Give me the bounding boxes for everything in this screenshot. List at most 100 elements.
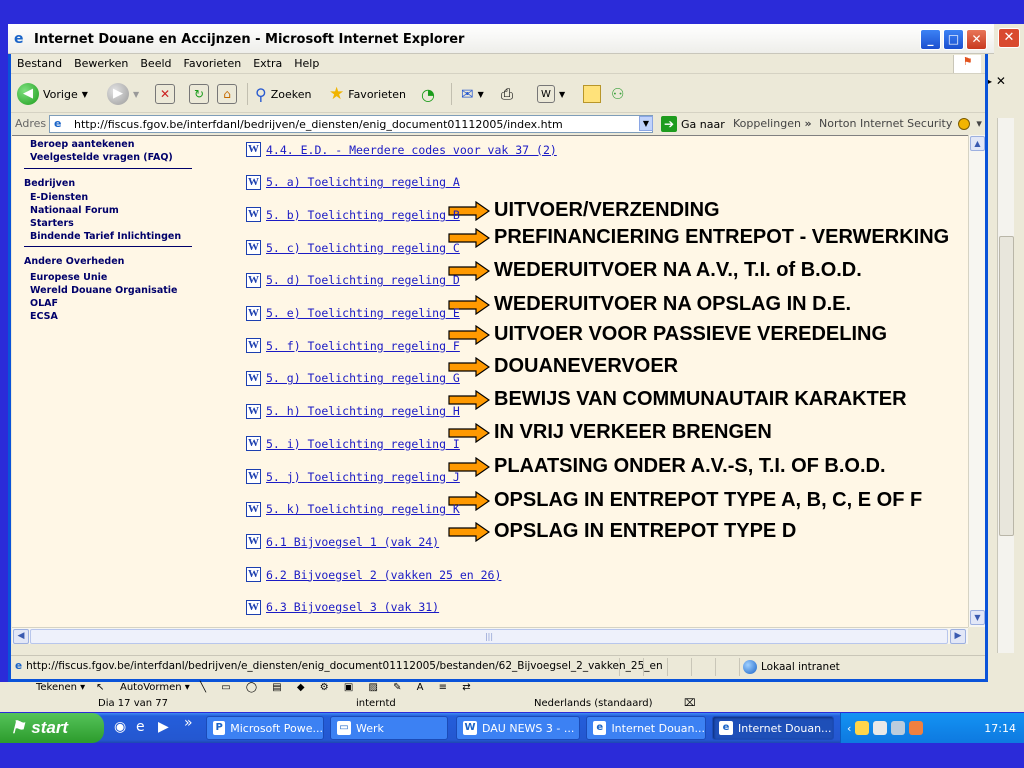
menu-bestand[interactable]: Bestand xyxy=(11,54,68,73)
taskbar-button[interactable]: ▭ Werk xyxy=(330,716,448,740)
document-link[interactable]: 5. j) Toelichting regeling J xyxy=(266,470,460,484)
nav-link-olaf[interactable]: OLAF xyxy=(30,298,58,309)
document-link[interactable]: 5. d) Toelichting regeling D xyxy=(266,273,460,287)
word-document-icon[interactable]: W xyxy=(246,534,261,550)
scroll-down-icon[interactable]: ▼ xyxy=(970,610,985,625)
document-link[interactable]: 5. c) Toelichting regeling C xyxy=(266,241,460,255)
stop-icon[interactable]: ✕ xyxy=(155,84,175,104)
scroll-left-icon[interactable]: ◀ xyxy=(13,629,29,644)
nav-link-faq[interactable]: Veelgestelde vragen (FAQ) xyxy=(30,152,173,163)
word-document-icon[interactable]: W xyxy=(246,469,261,484)
autoshapes-menu[interactable]: AutoVormen ▾ xyxy=(120,682,190,693)
document-link[interactable]: 5. a) Toelichting regeling A xyxy=(266,175,460,189)
document-link[interactable]: 5. e) Toelichting regeling E xyxy=(266,306,460,320)
nav-link-e-diensten[interactable]: E-Diensten xyxy=(30,192,88,203)
back-dropdown-icon[interactable]: ▼ xyxy=(82,90,88,99)
nav-link-starters[interactable]: Starters xyxy=(30,218,74,229)
tray-network-icon[interactable] xyxy=(891,721,906,735)
document-link[interactable]: 5. b) Toelichting regeling B xyxy=(266,208,460,222)
nav-link-europese-unie[interactable]: Europese Unie xyxy=(30,272,107,283)
word-document-icon[interactable]: W xyxy=(246,305,261,321)
background-close-button[interactable]: ✕ xyxy=(998,28,1020,48)
drawing-tools-icon[interactable]: ╲ ▭ ◯ ▤ ◆ ⚙ ▣ ▨ ✎ A ≡ ⇄ xyxy=(200,682,477,693)
word-document-icon[interactable]: W xyxy=(246,403,261,419)
draw-menu[interactable]: Tekenen ▾ xyxy=(36,682,85,693)
address-input[interactable]: e http://fiscus.fgov.be/interfdanl/bedri… xyxy=(49,115,653,133)
nav-link-bti[interactable]: Bindende Tarief Inlichtingen xyxy=(30,231,181,242)
quicklaunch-ie-icon[interactable]: e xyxy=(136,719,145,735)
mail-dropdown-icon[interactable]: ▼ xyxy=(478,90,484,99)
address-dropdown-icon[interactable]: ▼ xyxy=(639,116,653,131)
minimize-button[interactable]: _ xyxy=(920,29,941,50)
word-document-icon[interactable]: W xyxy=(246,436,261,452)
word-document-icon[interactable]: W xyxy=(246,174,261,190)
menu-extra[interactable]: Extra xyxy=(247,54,288,73)
taskbar-button[interactable]: e Internet Douan... xyxy=(712,716,834,740)
word-document-icon[interactable]: W xyxy=(246,272,261,288)
tray-display-icon[interactable] xyxy=(873,721,888,735)
menu-beeld[interactable]: Beeld xyxy=(134,54,177,73)
menu-favorieten[interactable]: Favorieten xyxy=(178,54,248,73)
tray-expand-icon[interactable]: ‹ xyxy=(847,722,851,735)
word-document-icon[interactable]: W xyxy=(246,567,261,583)
background-menu-close[interactable]: ▸ ✕ xyxy=(986,74,1006,88)
favorites-button[interactable]: ★ Favorieten xyxy=(329,81,406,107)
document-link[interactable]: 6.1 Bijvoegsel 1 (vak 24) xyxy=(266,535,439,549)
edit-word-icon[interactable]: W xyxy=(537,85,555,103)
back-button[interactable]: ◀ Vorige ▼ xyxy=(17,81,88,107)
taskbar-button[interactable]: P Microsoft Powe... xyxy=(206,716,324,740)
word-document-icon[interactable]: W xyxy=(246,240,261,256)
maximize-button[interactable]: □ xyxy=(943,29,964,50)
tray-norton-icon[interactable] xyxy=(855,721,870,735)
horizontal-scroll-thumb[interactable]: ||| xyxy=(30,629,948,644)
edit-dropdown-icon[interactable]: ▼ xyxy=(559,90,565,99)
horizontal-scrollbar[interactable]: ◀ ||| ▶ xyxy=(12,627,968,644)
home-icon[interactable]: ⌂ xyxy=(217,84,237,104)
word-document-icon[interactable]: W xyxy=(246,207,261,223)
links-button[interactable]: Koppelingen » xyxy=(733,117,812,130)
document-link[interactable]: 5. g) Toelichting regeling G xyxy=(266,371,460,385)
nav-link-nationaal-forum[interactable]: Nationaal Forum xyxy=(30,205,119,216)
scroll-right-icon[interactable]: ▶ xyxy=(950,629,966,644)
quicklaunch-outlook-icon[interactable]: ◉ xyxy=(114,719,126,735)
word-document-icon[interactable]: W xyxy=(246,142,261,157)
search-button[interactable]: ⚲ Zoeken xyxy=(255,81,311,107)
taskbar-button[interactable]: W DAU NEWS 3 - ... xyxy=(456,716,580,740)
word-document-icon[interactable]: W xyxy=(246,338,261,354)
word-document-icon[interactable]: W xyxy=(246,599,261,615)
quicklaunch-more-icon[interactable]: » xyxy=(184,715,193,731)
nav-link-ecsa[interactable]: ECSA xyxy=(30,311,58,322)
go-button[interactable]: ➔ Ga naar xyxy=(661,116,725,132)
nav-link-wdo[interactable]: Wereld Douane Organisatie xyxy=(30,285,177,296)
history-icon[interactable]: ◔ xyxy=(421,85,435,104)
close-button[interactable]: ✕ xyxy=(966,29,987,50)
discuss-icon[interactable] xyxy=(583,85,601,103)
word-document-icon[interactable]: W xyxy=(246,370,261,386)
refresh-icon[interactable]: ↻ xyxy=(189,84,209,104)
background-scroll-thumb[interactable] xyxy=(999,236,1014,536)
document-link[interactable]: 5. k) Toelichting regeling K xyxy=(266,502,460,516)
forward-button[interactable]: ▶ ▼ xyxy=(107,81,139,107)
vertical-scrollbar[interactable]: ▲ ▼ xyxy=(968,135,985,627)
forward-dropdown-icon[interactable]: ▼ xyxy=(133,90,139,99)
menu-bewerken[interactable]: Bewerken xyxy=(68,54,134,73)
select-arrow-icon[interactable]: ↖ xyxy=(96,682,104,693)
print-icon[interactable]: ⎙ xyxy=(501,85,513,103)
document-link[interactable]: 4.4. E.D. - Meerdere codes voor vak 37 (… xyxy=(266,143,557,157)
scroll-up-icon[interactable]: ▲ xyxy=(970,136,985,151)
document-link[interactable]: 6.2 Bijvoegsel 2 (vakken 25 en 26) xyxy=(266,568,501,582)
document-link[interactable]: 5. h) Toelichting regeling H xyxy=(266,404,460,418)
taskbar-button[interactable]: e Internet Douan... xyxy=(586,716,706,740)
document-link[interactable]: 6.3 Bijvoegsel 3 (vak 31) xyxy=(266,600,439,614)
quicklaunch-media-icon[interactable]: ▶ xyxy=(158,719,169,735)
menu-help[interactable]: Help xyxy=(288,54,325,73)
mail-icon[interactable]: ✉ xyxy=(461,85,474,103)
document-link[interactable]: 5. f) Toelichting regeling F xyxy=(266,339,460,353)
document-link[interactable]: 5. i) Toelichting regeling I xyxy=(266,437,460,451)
start-button[interactable]: ⚑ start xyxy=(0,713,104,743)
messenger-icon[interactable]: ⚇ xyxy=(611,85,624,103)
background-scrollbar[interactable] xyxy=(997,118,1014,653)
nav-link-beroep[interactable]: Beroep aantekenen xyxy=(30,139,135,150)
word-document-icon[interactable]: W xyxy=(246,501,261,517)
tray-language-icon[interactable] xyxy=(909,721,924,735)
